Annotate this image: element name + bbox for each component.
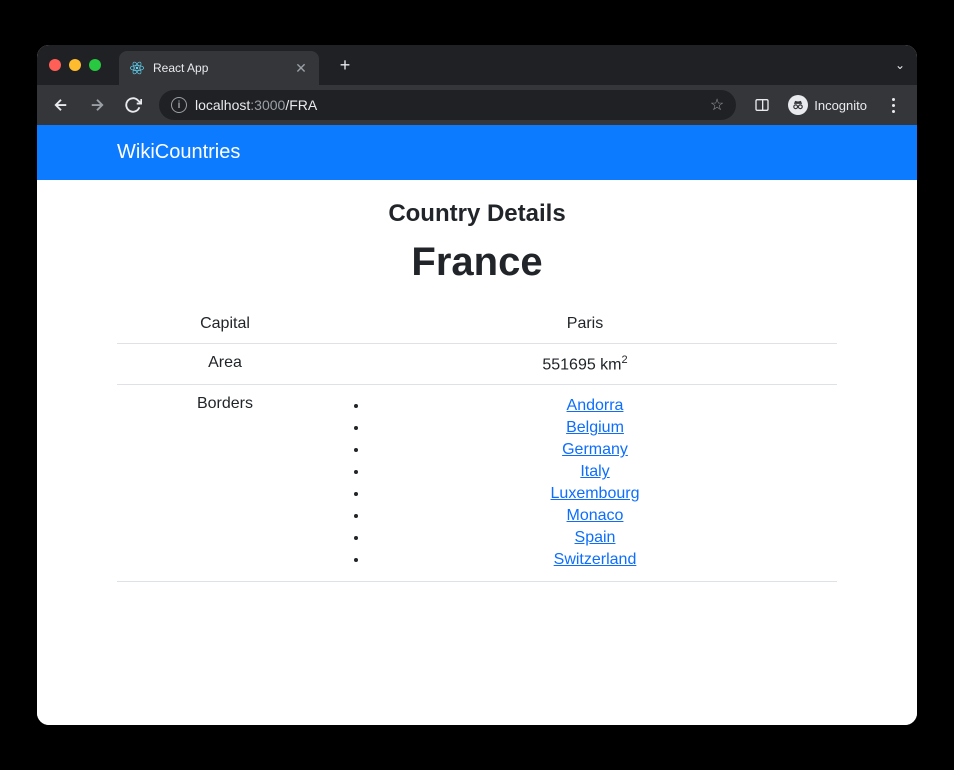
table-row-capital: Capital Paris <box>117 305 837 344</box>
list-item: Monaco <box>369 505 821 527</box>
table-row-area: Area 551695 km2 <box>117 344 837 385</box>
incognito-badge[interactable]: Incognito <box>782 95 873 115</box>
maximize-window-button[interactable] <box>89 59 101 71</box>
capital-label: Capital <box>117 305 333 344</box>
url-input[interactable]: i localhost:3000/FRA ☆ <box>159 90 736 120</box>
border-link[interactable]: Spain <box>575 529 616 546</box>
list-item: Germany <box>369 439 821 461</box>
react-favicon-icon <box>129 60 145 76</box>
main-content: Country Details France Capital Paris Are… <box>37 180 917 602</box>
site-info-icon[interactable]: i <box>171 97 187 113</box>
browser-menu-button[interactable] <box>877 89 909 121</box>
area-value: 551695 km2 <box>333 344 837 385</box>
incognito-label: Incognito <box>814 98 867 113</box>
border-link[interactable]: Germany <box>562 441 628 458</box>
borders-list: Andorra Belgium Germany Italy Luxembourg Mona… <box>349 395 821 571</box>
navbar-brand[interactable]: WikiCountries <box>117 141 240 163</box>
bookmark-star-icon[interactable]: ☆ <box>710 95 724 115</box>
list-item: Luxembourg <box>369 483 821 505</box>
list-item: Andorra <box>369 395 821 417</box>
list-item: Belgium <box>369 417 821 439</box>
url-text: localhost:3000/FRA <box>195 97 702 113</box>
list-item: Italy <box>369 461 821 483</box>
tab-overflow-button[interactable]: ⌄ <box>895 58 905 72</box>
border-link[interactable]: Monaco <box>567 507 624 524</box>
country-details-table: Capital Paris Area 551695 km2 Borders <box>117 305 837 582</box>
borders-label: Borders <box>117 385 333 582</box>
borders-cell: Andorra Belgium Germany Italy Luxembourg Mona… <box>333 385 837 582</box>
area-label: Area <box>117 344 333 385</box>
tab-title: React App <box>153 61 285 75</box>
close-tab-button[interactable]: ✕ <box>293 60 309 77</box>
window-controls <box>49 59 101 71</box>
minimize-window-button[interactable] <box>69 59 81 71</box>
browser-tab[interactable]: React App ✕ <box>119 51 319 85</box>
back-button[interactable] <box>45 89 77 121</box>
page-content: WikiCountries Country Details France Cap… <box>37 125 917 725</box>
page-title: Country Details <box>117 200 837 228</box>
capital-value: Paris <box>333 305 837 344</box>
new-tab-button[interactable]: + <box>333 55 357 76</box>
list-item: Switzerland <box>369 549 821 571</box>
address-bar: i localhost:3000/FRA ☆ Incognito <box>37 85 917 125</box>
app-navbar: WikiCountries <box>37 125 917 180</box>
border-link[interactable]: Andorra <box>567 397 624 414</box>
panel-toggle-icon[interactable] <box>746 89 778 121</box>
browser-window: React App ✕ + ⌄ i loca <box>37 45 917 725</box>
list-item: Spain <box>369 527 821 549</box>
border-link[interactable]: Italy <box>580 463 609 480</box>
border-link[interactable]: Belgium <box>566 419 624 436</box>
table-row-borders: Borders Andorra Belgium Germany Italy Luxemb… <box>117 385 837 582</box>
border-link[interactable]: Luxembourg <box>551 485 640 502</box>
incognito-icon <box>788 95 808 115</box>
kebab-menu-icon <box>884 98 903 113</box>
country-name: France <box>117 240 837 285</box>
close-window-button[interactable] <box>49 59 61 71</box>
tab-bar: React App ✕ + ⌄ <box>37 45 917 85</box>
forward-button[interactable] <box>81 89 113 121</box>
reload-button[interactable] <box>117 89 149 121</box>
chevron-down-icon: ⌄ <box>895 58 905 72</box>
border-link[interactable]: Switzerland <box>554 551 637 568</box>
